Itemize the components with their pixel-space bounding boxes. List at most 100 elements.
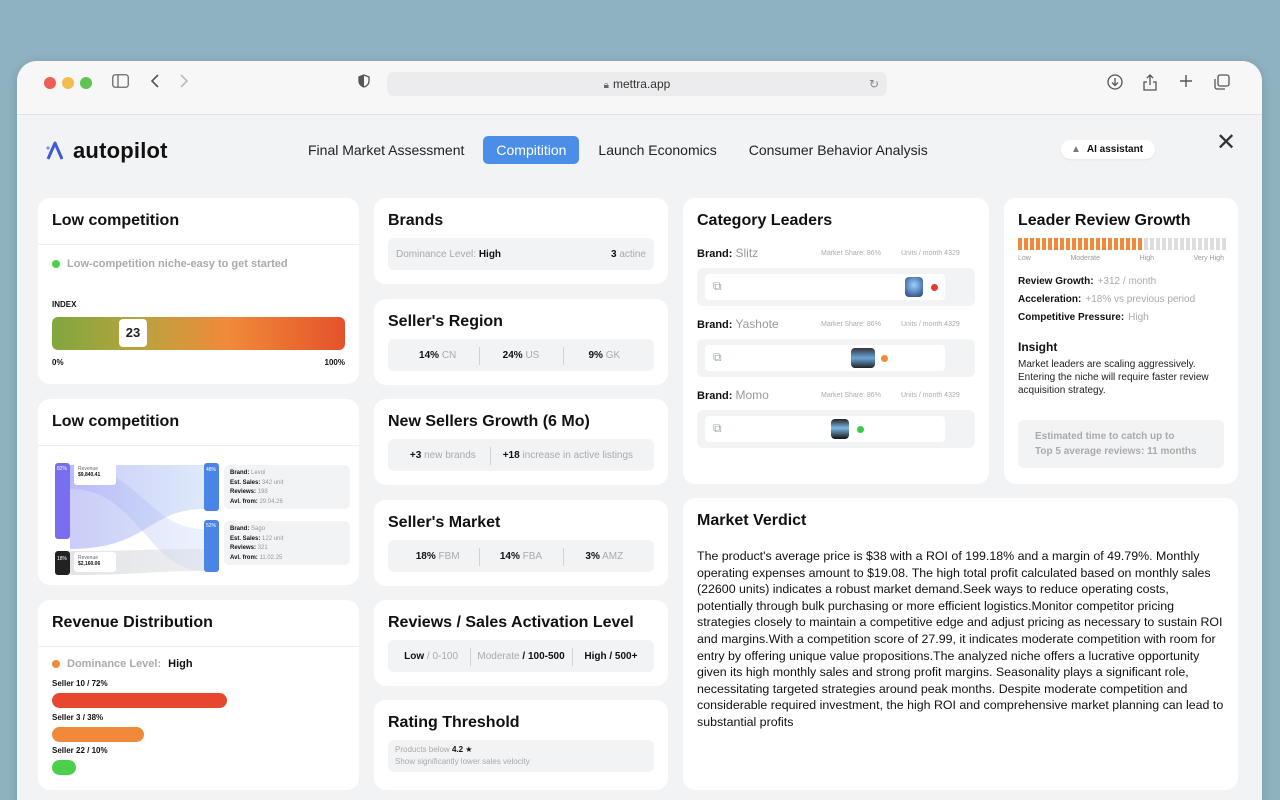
region-item: 9% GK: [562, 346, 646, 365]
scale-label: Moderate: [1070, 255, 1101, 262]
minimize-window-button[interactable]: [62, 77, 74, 89]
leader-product-row[interactable]: ⧉: [697, 268, 975, 306]
card-title: New Sellers Growth (6 Mo): [388, 413, 590, 430]
level-segment: [1162, 238, 1166, 250]
card-title: Reviews / Sales Activation Level: [388, 614, 634, 631]
share-icon[interactable]: [1143, 74, 1157, 96]
insight-text: Market leaders are scaling aggressively.…: [1018, 359, 1209, 396]
reload-icon[interactable]: ↻: [869, 72, 879, 96]
logo[interactable]: autopilot: [45, 138, 168, 164]
review-growth-level-bar: [1018, 238, 1226, 250]
level-segment: [1078, 238, 1082, 250]
forward-icon[interactable]: [179, 74, 189, 93]
level-segment: [1150, 238, 1154, 250]
close-icon[interactable]: ✕: [1216, 128, 1236, 157]
activation-pill: Low / 0-100 Moderate / 100-500 High / 50…: [388, 640, 654, 672]
product-thumbnail: [831, 419, 849, 439]
scale-label: Low: [1018, 255, 1031, 262]
seller-share-bar: [52, 727, 144, 742]
level-segment: [1018, 238, 1022, 250]
revenue-value: $9,840.41: [78, 472, 101, 478]
right-bottom-pct: 52%: [206, 523, 217, 529]
revenue-label-bottom: Revenue $2,160.06: [74, 552, 116, 572]
leader-brand-line: Brand: Yashote: [697, 317, 779, 331]
index-label: INDEX: [52, 300, 77, 309]
market-value: 3%: [585, 550, 600, 562]
scale-label: High: [1139, 255, 1155, 262]
region-label: GK: [605, 349, 621, 361]
activation-range: / 0-100: [426, 650, 459, 662]
market-verdict-card: Market Verdict The product's average pri…: [683, 498, 1238, 790]
leader-review-growth-card: Leader Review Growth Low Moderate High V…: [1004, 198, 1238, 484]
ai-assistant-button[interactable]: ▲ AI assistant: [1061, 140, 1156, 159]
growth-item: +18 increase in active listings: [489, 446, 646, 465]
url-text: mettra.app: [612, 77, 671, 91]
close-window-button[interactable]: [44, 77, 56, 89]
new-tab-icon[interactable]: [1179, 74, 1193, 93]
brand-value: Momo: [735, 388, 769, 402]
card-title: Rating Threshold: [388, 714, 520, 731]
threshold-value: 4.2: [451, 745, 464, 754]
card-title: Revenue Distribution: [52, 614, 213, 631]
sidebar-icon[interactable]: [112, 74, 129, 93]
product-thumbnail: [905, 277, 923, 297]
from-value: 29.04.26: [259, 498, 283, 505]
back-icon[interactable]: [150, 74, 160, 93]
growth-item: +3 new brands: [396, 450, 490, 461]
market-share: Market Share: 86%: [821, 321, 881, 328]
privacy-shield-icon[interactable]: [358, 74, 370, 93]
seller-label: Seller 22 / 10%: [52, 746, 108, 755]
level-segment: [1156, 238, 1160, 250]
scale-label: Very High: [1193, 255, 1224, 262]
address-bar[interactable]: 🔒︎ mettra.app ↻: [387, 72, 887, 96]
market-item: 3% AMZ: [562, 547, 646, 566]
brand-value: Sago: [251, 526, 266, 532]
kv-key: Acceleration:: [1018, 294, 1082, 305]
level-segment: [1144, 238, 1148, 250]
leader-product-row[interactable]: ⧉: [697, 339, 975, 377]
sales-key: Est. Sales:: [230, 535, 261, 542]
sales-value: 342 unit: [262, 479, 284, 486]
tab-overview-icon[interactable]: [1214, 74, 1230, 95]
market-label: AMZ: [602, 550, 624, 562]
tab-launch-economics[interactable]: Launch Economics: [585, 136, 729, 164]
external-link-icon[interactable]: ⧉: [713, 279, 722, 294]
region-value: 24%: [502, 349, 523, 361]
units-per-month: Units / month 4329: [901, 250, 960, 257]
level-segment: [1096, 238, 1100, 250]
product-thumbnail: [851, 348, 875, 368]
level-segment: [1036, 238, 1040, 250]
leader-product-inner: ⧉: [705, 416, 945, 442]
external-link-icon[interactable]: ⧉: [713, 350, 722, 365]
card-title: Market Verdict: [697, 512, 807, 529]
revenue-distribution-card: Revenue Distribution Dominance Level: Hi…: [38, 600, 359, 790]
tab-compitition[interactable]: Compitition: [483, 136, 580, 164]
tab-consumer-behavior-analysis[interactable]: Consumer Behavior Analysis: [736, 136, 941, 164]
index-min-label: 0%: [52, 358, 64, 367]
level-segment: [1120, 238, 1124, 250]
download-icon[interactable]: [1107, 74, 1123, 95]
level-segment: [1180, 238, 1184, 250]
index-marker: 23: [119, 319, 147, 347]
maximize-window-button[interactable]: [80, 77, 92, 89]
catch-up-estimate: Estimated time to catch up to Top 5 aver…: [1018, 420, 1224, 468]
from-value: 11.02.25: [259, 554, 283, 561]
logo-text: autopilot: [73, 138, 168, 163]
dominance-dot: [52, 660, 60, 668]
level-scale: Low Moderate High Very High: [1018, 255, 1224, 262]
left-bottom-pct: 18%: [57, 556, 68, 562]
level-segment: [1090, 238, 1094, 250]
sparkle-icon: ▲: [1071, 144, 1081, 155]
index-gradient-bar: 23: [52, 317, 345, 350]
level-segment: [1126, 238, 1130, 250]
region-label: US: [525, 349, 540, 361]
external-link-icon[interactable]: ⧉: [713, 421, 722, 436]
brand-info-card: Brand: Sago Est. Sales: 122 unit Reviews…: [224, 521, 350, 565]
growth-pill: +3 new brands +18 increase in active lis…: [388, 439, 654, 471]
level-segment: [1072, 238, 1076, 250]
seller-label: Seller 10 / 72%: [52, 679, 108, 688]
leader-product-row[interactable]: ⧉: [697, 410, 975, 448]
revenue-value: $2,160.06: [78, 561, 101, 567]
tab-final-market-assessment[interactable]: Final Market Assessment: [295, 136, 477, 164]
level-segment: [1204, 238, 1208, 250]
